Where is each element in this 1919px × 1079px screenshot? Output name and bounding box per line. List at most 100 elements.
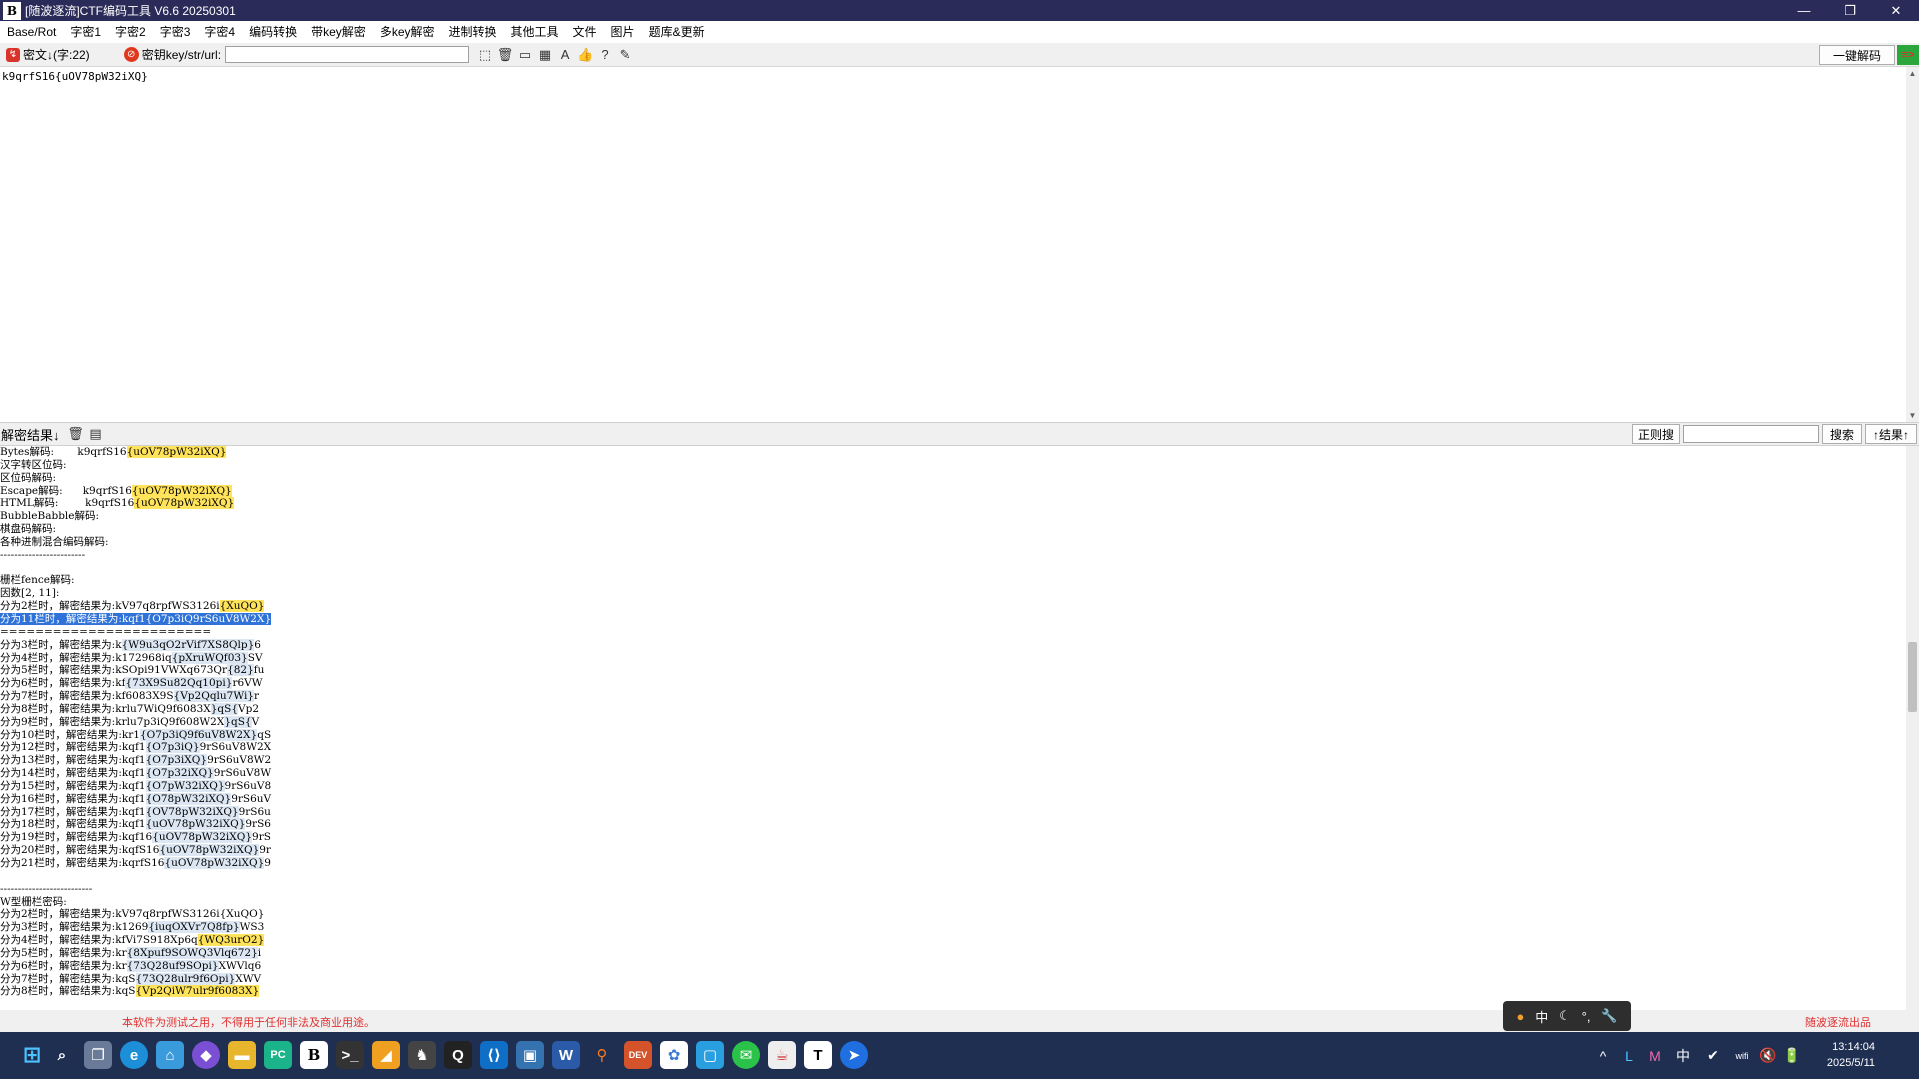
app-purple-icon[interactable]: ◆ <box>192 1041 220 1069</box>
scroll-up-icon[interactable]: ▲ <box>1906 67 1919 80</box>
result-line: 汉字转区位码: <box>0 459 1906 472</box>
flag-icon[interactable]: ≡> <box>1897 45 1919 65</box>
result-up-button[interactable]: ↑结果↑ <box>1865 424 1917 444</box>
menu-encoding-convert[interactable]: 编码转换 <box>242 23 304 40</box>
volume-icon[interactable]: 🔇 <box>1756 1047 1780 1064</box>
wifi-icon[interactable]: wifi <box>1728 1051 1756 1061</box>
app-figure-icon[interactable]: ♞ <box>408 1041 436 1069</box>
cipher-textarea[interactable]: k9qrfS16{uOV78pW32iXQ} <box>0 67 1906 422</box>
font-icon[interactable]: A <box>555 45 575 65</box>
word-icon[interactable]: W <box>552 1041 580 1069</box>
tray-check-icon[interactable]: ✔ <box>1698 1047 1728 1064</box>
search-tool-icon[interactable]: ⚲ <box>588 1041 616 1069</box>
menu-bar: Base/Rot 字密1 字密2 字密3 字密4 编码转换 带key解密 多ke… <box>0 21 1919 42</box>
remote-desktop-icon[interactable]: ▣ <box>516 1041 544 1069</box>
file-explorer-icon[interactable]: ▬ <box>228 1041 256 1069</box>
result-segment: {pXruWQf03} <box>171 651 248 664</box>
typora-icon[interactable]: T <box>804 1041 832 1069</box>
result-segment: 分为8栏时，解密结果为:kqS <box>0 985 136 998</box>
feishu-icon[interactable]: ➤ <box>840 1041 868 1069</box>
java-icon[interactable]: ☕ <box>768 1041 796 1069</box>
ime-settings-icon[interactable]: 🔧 <box>1601 1008 1617 1024</box>
tray-l-icon[interactable]: L <box>1616 1048 1642 1064</box>
result-line: 分为4栏时，解密结果为:kfVi7S918Xp6q{WQ3urO2} <box>0 934 1906 947</box>
qq-icon[interactable]: Q <box>444 1041 472 1069</box>
pycharm-icon[interactable]: PC <box>264 1041 292 1069</box>
app-square-icon[interactable]: ▢ <box>696 1041 724 1069</box>
ime-punctuation-icon[interactable]: °, <box>1582 1009 1591 1024</box>
edge-icon[interactable]: e <box>120 1041 148 1069</box>
menu-other-tools[interactable]: 其他工具 <box>504 23 566 40</box>
scroll-down-icon[interactable]: ▼ <box>1906 409 1919 422</box>
paste-icon[interactable]: ⬚ <box>475 45 495 65</box>
restore-button[interactable]: ❐ <box>1827 0 1873 21</box>
game-dev-icon[interactable]: DEV <box>624 1041 652 1069</box>
result-segment: 区位码解码: <box>0 471 57 484</box>
key-input[interactable] <box>225 46 470 63</box>
result-line: 分为5栏时，解密结果为:kSOpi91VWXq673Qr{82}fu <box>0 664 1906 677</box>
start-icon[interactable]: ⊞ <box>18 1041 46 1069</box>
menu-key-decrypt[interactable]: 带key解密 <box>304 23 373 40</box>
clear-result-icon[interactable]: 🗑 <box>66 424 86 444</box>
ime-chinese-toggle[interactable]: 中 <box>1535 1007 1548 1026</box>
ctf-tool-icon[interactable]: B <box>300 1041 328 1069</box>
help-icon[interactable]: ? <box>595 45 615 65</box>
result-line: Bytes解码: k9qrfS16{uOV78pW32iXQ} <box>0 446 1906 459</box>
menu-base-rot[interactable]: Base/Rot <box>0 25 63 39</box>
result-line: 分为8栏时，解密结果为:krlu7WiQ9f6083X}qS{Vp2 <box>0 702 1906 716</box>
result-segment: ======================== <box>0 625 212 638</box>
task-view-icon[interactable]: ❐ <box>84 1041 112 1069</box>
copy-result-icon[interactable]: ▤ <box>86 424 106 444</box>
menu-base-convert[interactable]: 进制转换 <box>442 23 504 40</box>
tray-ime-icon[interactable]: 中 <box>1668 1046 1698 1066</box>
terminal-icon[interactable]: >_ <box>336 1041 364 1069</box>
one-click-decode-button[interactable]: 一键解码 <box>1819 45 1895 65</box>
result-scroll-thumb[interactable] <box>1908 642 1917 712</box>
result-lines: Bytes解码: k9qrfS16{uOV78pW32iXQ} 汉字转区位码: 区位… <box>0 446 1906 998</box>
result-line: HTML解码: k9qrfS16{uOV78pW32iXQ} <box>0 497 1906 510</box>
result-output[interactable]: Bytes解码: k9qrfS16{uOV78pW32iXQ} 汉字转区位码: 区位… <box>0 446 1906 1010</box>
search-input[interactable] <box>1683 425 1819 443</box>
menu-zimi2[interactable]: 字密2 <box>108 23 153 40</box>
wechat-icon[interactable]: ✉ <box>732 1041 760 1069</box>
menu-file[interactable]: 文件 <box>566 23 604 40</box>
result-segment: 分为17栏时，解密结果为:kqf1 <box>0 805 146 818</box>
result-segment: 分为3栏时，解密结果为:k <box>0 638 122 651</box>
table-icon[interactable]: ▦ <box>535 45 555 65</box>
edit-icon[interactable]: ✎ <box>615 45 635 65</box>
ime-moon-icon[interactable]: ☾ <box>1559 1008 1571 1024</box>
menu-multikey-decrypt[interactable]: 多key解密 <box>373 23 442 40</box>
menu-zimi3[interactable]: 字密3 <box>153 23 198 40</box>
result-segment: {OV78pW32iXQ} <box>145 805 239 818</box>
app-cloud-icon[interactable]: ✿ <box>660 1041 688 1069</box>
window-icon[interactable]: ▭ <box>515 45 535 65</box>
result-segment: 分为3栏时，解密结果为:k1269 <box>0 921 149 934</box>
result-scrollbar[interactable] <box>1906 446 1919 1010</box>
ime-dot-icon[interactable]: ● <box>1516 1009 1524 1024</box>
thumbs-up-icon[interactable]: 👍 <box>575 45 595 65</box>
battery-icon[interactable]: 🔋 <box>1780 1047 1804 1064</box>
store-icon[interactable]: ⌂ <box>156 1041 184 1069</box>
result-bar: 解密结果↓ 🗑 ▤ 正则搜 搜索 ↑结果↑ <box>0 422 1919 446</box>
result-line: 各种进制混合编码解码: <box>0 536 1906 549</box>
close-button[interactable]: ✕ <box>1873 0 1919 21</box>
result-segment: -------------------------- <box>0 882 93 895</box>
menu-image[interactable]: 图片 <box>604 23 642 40</box>
menu-problems-update[interactable]: 题库&更新 <box>642 23 712 40</box>
vscode-icon[interactable]: ⟨⟩ <box>480 1041 508 1069</box>
cipher-clear-icon[interactable]: ↯ <box>6 47 20 62</box>
result-line: 分为21栏时，解密结果为:kqrfS16{uOV78pW32iXQ}9 <box>0 857 1906 870</box>
search-icon[interactable]: ⌕ <box>48 1041 76 1069</box>
tray-m-icon[interactable]: M <box>1642 1048 1668 1064</box>
tray-expand-icon[interactable]: ^ <box>1590 1048 1616 1064</box>
delete-icon[interactable]: 🗑 <box>495 45 515 65</box>
result-line: 分为15栏时，解密结果为:kqf1{O7pW32iXQ}9rS6uV8 <box>0 779 1906 793</box>
app-orange-icon[interactable]: ◢ <box>372 1041 400 1069</box>
clock[interactable]: 13:14:04 2025/5/11 <box>1827 1039 1875 1071</box>
regex-search-button[interactable]: 正则搜 <box>1632 424 1680 444</box>
minimize-button[interactable]: — <box>1781 0 1827 21</box>
search-button[interactable]: 搜索 <box>1822 424 1862 444</box>
menu-zimi4[interactable]: 字密4 <box>197 23 242 40</box>
menu-zimi1[interactable]: 字密1 <box>63 23 108 40</box>
cipher-scrollbar[interactable]: ▲ ▼ <box>1906 67 1919 422</box>
